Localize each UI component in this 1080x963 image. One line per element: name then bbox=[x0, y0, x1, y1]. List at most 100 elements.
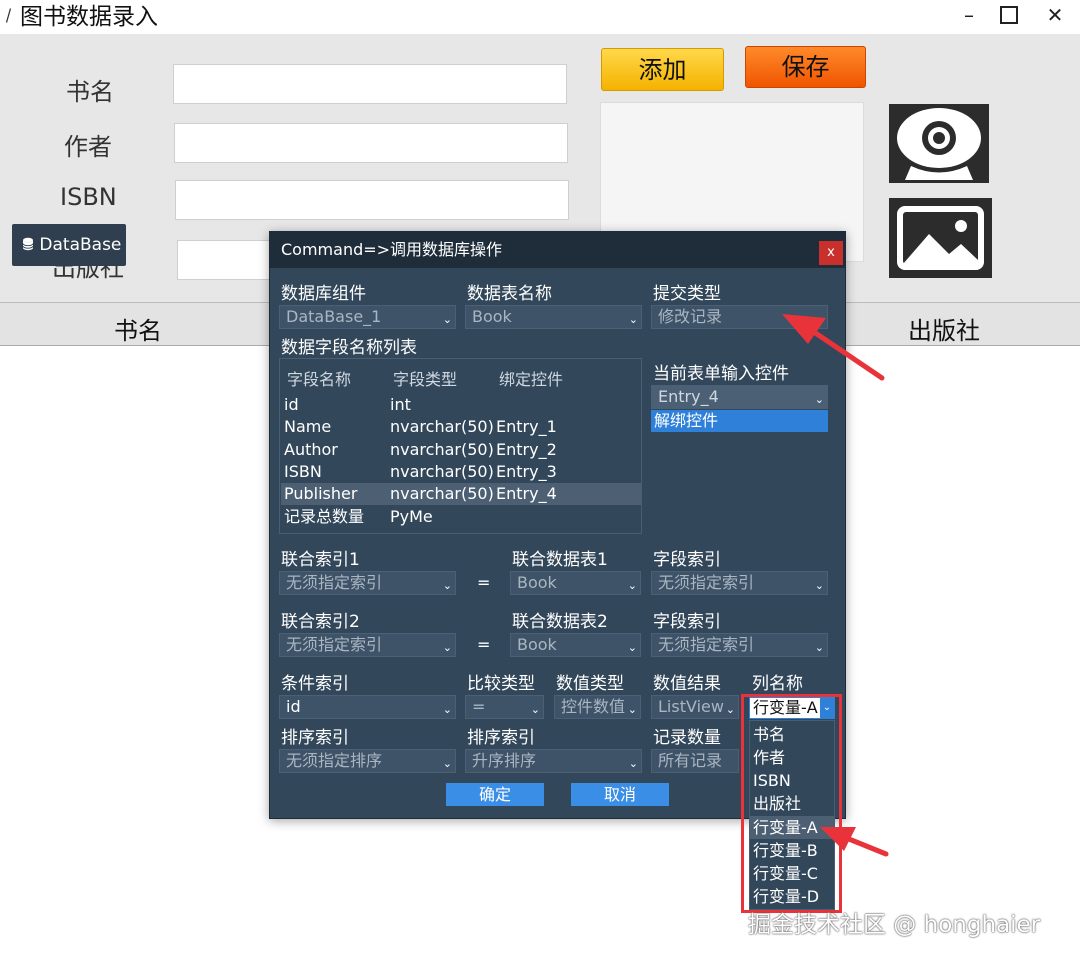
value-type-value: 控件数值 bbox=[561, 697, 626, 716]
field-row[interactable]: Name nvarchar(50) Entry_1 bbox=[281, 416, 641, 438]
fields-column-name[interactable]: 字段名称 bbox=[287, 366, 351, 390]
compare-type-label: 比较类型 bbox=[467, 674, 535, 694]
database-button[interactable]: DataBase bbox=[12, 224, 126, 266]
chevron-down-icon: ⌄ bbox=[627, 703, 637, 716]
author-input[interactable] bbox=[174, 123, 568, 163]
field-index2-label: 字段索引 bbox=[653, 612, 721, 632]
chevron-down-icon: ⌄ bbox=[442, 313, 452, 326]
author-label: 作者 bbox=[64, 133, 112, 161]
db-component-label: 数据库组件 bbox=[281, 284, 366, 304]
chevron-down-icon: ⌄ bbox=[442, 579, 452, 592]
title-bar: 图书数据录入 – ✕ bbox=[0, 0, 1080, 34]
highlight-frame bbox=[741, 694, 842, 913]
field-type: nvarchar(50) bbox=[390, 417, 494, 436]
compare-type-select[interactable]: = ⌄ bbox=[465, 695, 544, 719]
equals-sign: = bbox=[477, 573, 491, 592]
book-name-label: 书名 bbox=[66, 78, 114, 106]
record-count-label: 记录数量 bbox=[653, 728, 721, 748]
ok-button[interactable]: 确定 bbox=[446, 783, 544, 806]
join-table2-select[interactable]: Book ⌄ bbox=[510, 633, 641, 657]
cond-index-value: id bbox=[286, 697, 301, 716]
field-type: nvarchar(50) bbox=[390, 462, 494, 481]
submit-type-label: 提交类型 bbox=[653, 284, 721, 304]
fields-column-bind[interactable]: 绑定控件 bbox=[499, 366, 563, 390]
column-header-book-name[interactable]: 书名 bbox=[114, 311, 162, 346]
webcam-icon[interactable] bbox=[889, 104, 989, 183]
join-table1-value: Book bbox=[517, 573, 557, 592]
db-component-value: DataBase_1 bbox=[286, 307, 382, 326]
fields-list-label: 数据字段名称列表 bbox=[281, 338, 417, 358]
close-button[interactable]: ✕ bbox=[1032, 0, 1078, 34]
current-input-value: Entry_4 bbox=[658, 387, 719, 406]
chevron-down-icon: ⌄ bbox=[814, 579, 824, 592]
value-type-label: 数值类型 bbox=[556, 674, 624, 694]
value-type-select[interactable]: 控件数值 ⌄ bbox=[554, 695, 641, 719]
watermark: 掘金技术社区 @ honghaier bbox=[748, 912, 1041, 938]
join-index1-label: 联合索引1 bbox=[281, 550, 360, 570]
isbn-input[interactable] bbox=[175, 180, 569, 220]
chevron-down-icon: ⌄ bbox=[442, 757, 452, 770]
fields-column-type[interactable]: 字段类型 bbox=[393, 366, 457, 390]
join-index2-select[interactable]: 无须指定索引 ⌄ bbox=[279, 633, 456, 657]
save-button[interactable]: 保存 bbox=[745, 46, 866, 88]
field-row-selected[interactable]: Publisher nvarchar(50) Entry_4 bbox=[281, 483, 641, 505]
table-name-select[interactable]: Book ⌄ bbox=[465, 305, 642, 329]
annotation-arrow-icon bbox=[782, 314, 885, 381]
field-name: Publisher bbox=[284, 484, 358, 503]
sort-index1-value: 无须指定排序 bbox=[286, 751, 383, 770]
field-name: id bbox=[284, 395, 299, 414]
col-name-label: 列名称 bbox=[752, 674, 803, 694]
field-bind: Entry_2 bbox=[496, 440, 557, 459]
field-name: Name bbox=[284, 417, 332, 436]
field-type: nvarchar(50) bbox=[390, 484, 494, 503]
dialog-close-button[interactable]: x bbox=[819, 241, 843, 265]
cond-index-select[interactable]: id ⌄ bbox=[279, 695, 456, 719]
chevron-down-icon: ⌄ bbox=[627, 641, 637, 654]
field-row[interactable]: 记录总数量 PyMe bbox=[281, 506, 641, 528]
maximize-button[interactable] bbox=[986, 0, 1032, 34]
cancel-button[interactable]: 取消 bbox=[571, 783, 669, 806]
current-input-select[interactable]: Entry_4 ⌄ bbox=[651, 385, 828, 409]
unbind-control-button[interactable]: 解绑控件 bbox=[651, 410, 828, 432]
book-name-input[interactable] bbox=[173, 64, 567, 104]
field-index2-select[interactable]: 无须指定索引 ⌄ bbox=[651, 633, 828, 657]
field-index1-label: 字段索引 bbox=[653, 550, 721, 570]
field-index2-value: 无须指定索引 bbox=[658, 635, 755, 654]
db-component-select[interactable]: DataBase_1 ⌄ bbox=[279, 305, 456, 329]
value-result-select[interactable]: ListView ⌄ bbox=[651, 695, 739, 719]
join-index1-select[interactable]: 无须指定索引 ⌄ bbox=[279, 571, 456, 595]
equals-sign: = bbox=[477, 635, 491, 654]
join-index2-value: 无须指定索引 bbox=[286, 635, 383, 654]
chevron-down-icon: ⌄ bbox=[628, 313, 638, 326]
compare-type-value: = bbox=[472, 697, 486, 716]
submit-type-value: 修改记录 bbox=[658, 307, 723, 326]
add-button[interactable]: 添加 bbox=[601, 48, 724, 91]
column-header-publisher[interactable]: 出版社 bbox=[908, 311, 980, 346]
value-result-label: 数值结果 bbox=[653, 674, 721, 694]
field-type: int bbox=[390, 395, 411, 414]
cond-index-label: 条件索引 bbox=[281, 674, 349, 694]
field-row[interactable]: Author nvarchar(50) Entry_2 bbox=[281, 439, 641, 461]
record-count-select[interactable]: 所有记录 bbox=[651, 749, 739, 773]
sort-index1-select[interactable]: 无须指定排序 ⌄ bbox=[279, 749, 456, 773]
join-index1-value: 无须指定索引 bbox=[286, 573, 383, 592]
feather-icon bbox=[4, 6, 12, 26]
annotation-arrow-icon bbox=[820, 827, 889, 857]
dialog-title: Command=>调用数据库操作 bbox=[270, 232, 845, 268]
chevron-down-icon: ⌄ bbox=[442, 641, 452, 654]
database-label: DataBase bbox=[39, 235, 122, 255]
join-table2-value: Book bbox=[517, 635, 557, 654]
sort-index2-select[interactable]: 升序排序 ⌄ bbox=[465, 749, 642, 773]
field-bind: Entry_4 bbox=[496, 484, 557, 503]
table-name-value: Book bbox=[472, 307, 512, 326]
field-name: Author bbox=[284, 440, 338, 459]
field-row[interactable]: id int bbox=[281, 394, 641, 416]
chevron-down-icon: ⌄ bbox=[442, 703, 452, 716]
chevron-down-icon: ⌄ bbox=[814, 641, 824, 654]
field-index1-select[interactable]: 无须指定索引 ⌄ bbox=[651, 571, 828, 595]
maximize-icon bbox=[1000, 6, 1018, 24]
record-count-value: 所有记录 bbox=[658, 751, 723, 770]
field-row[interactable]: ISBN nvarchar(50) Entry_3 bbox=[281, 461, 641, 483]
join-table1-select[interactable]: Book ⌄ bbox=[510, 571, 641, 595]
image-icon[interactable] bbox=[889, 198, 992, 278]
